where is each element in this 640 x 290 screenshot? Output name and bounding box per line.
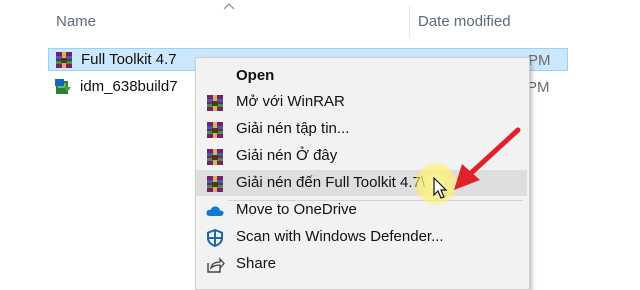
- menu-label: Giải nén tập tin...: [236, 120, 350, 137]
- file-list-header: Name Date modified: [0, 0, 640, 40]
- winrar-icon: [207, 176, 223, 192]
- onedrive-cloud-icon: [206, 206, 224, 216]
- file-date: PM: [528, 52, 551, 69]
- file-date: PM: [527, 79, 550, 96]
- red-arrow-annotation-icon: [454, 127, 521, 190]
- winrar-icon: [207, 122, 223, 138]
- winrar-archive-icon: [56, 52, 72, 68]
- file-name: idm_638build7: [80, 78, 178, 95]
- winrar-icon: [207, 149, 223, 165]
- column-header-date-modified[interactable]: Date modified: [418, 13, 511, 30]
- windows-defender-shield-icon: [207, 229, 223, 247]
- file-name: Full Toolkit 4.7: [81, 51, 177, 68]
- menu-label: Move to OneDrive: [236, 201, 357, 218]
- menu-label: Giải nén đến Full Toolkit 4.7\: [236, 174, 426, 191]
- column-divider[interactable]: [409, 6, 410, 38]
- sort-ascending-icon: [223, 3, 235, 10]
- menu-label: Scan with Windows Defender...: [236, 228, 444, 245]
- menu-item-open[interactable]: Open: [196, 63, 527, 89]
- menu-label: Mở với WinRAR: [236, 93, 345, 110]
- menu-label: Share: [236, 255, 277, 272]
- installer-icon: [55, 79, 71, 94]
- menu-item-scan-defender[interactable]: Scan with Windows Defender...: [196, 224, 527, 250]
- winrar-icon: [207, 95, 223, 111]
- menu-item-share[interactable]: Share: [196, 251, 527, 277]
- share-icon: [207, 257, 225, 273]
- column-header-name[interactable]: Name: [56, 13, 96, 30]
- menu-label: Giải nén Ở đây: [236, 147, 338, 164]
- menu-label: Open: [236, 67, 275, 84]
- menu-item-open-with-winrar[interactable]: Mở với WinRAR: [196, 89, 527, 115]
